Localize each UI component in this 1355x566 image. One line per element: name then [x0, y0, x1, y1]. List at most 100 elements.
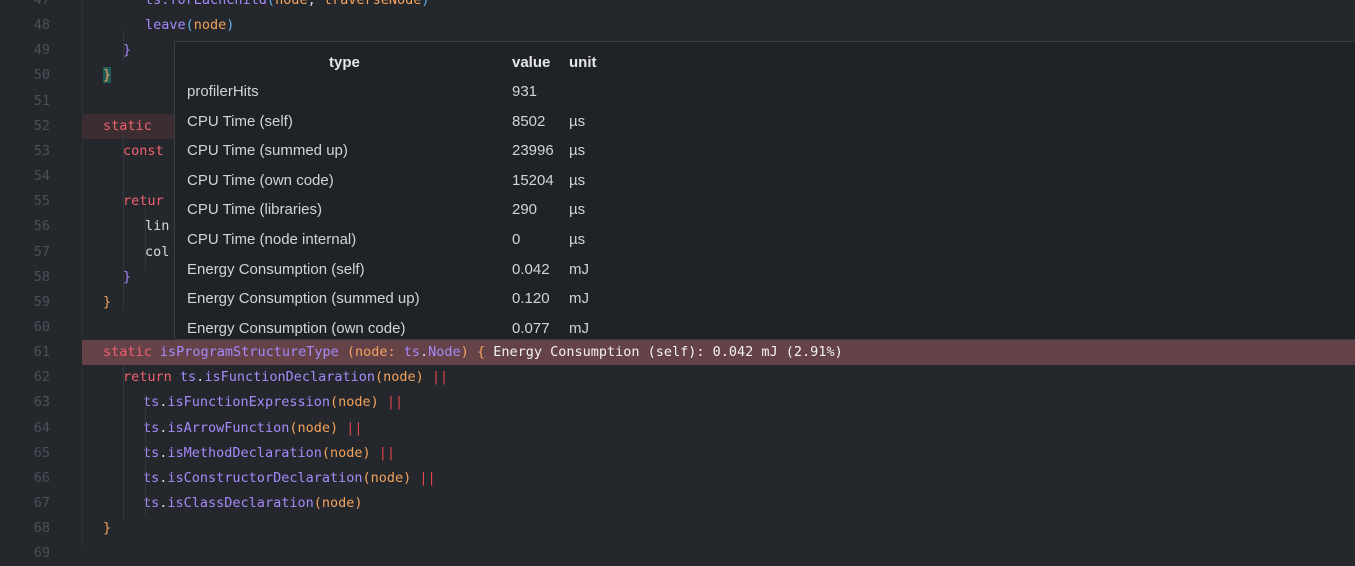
code-token: isFunctionExpression: [167, 394, 330, 411]
code-text: ts.forEachChild(node, traverseNode): [145, 0, 430, 13]
line-number: 53: [33, 142, 50, 159]
line-number: 59: [33, 293, 50, 310]
cell-unit: µs: [569, 171, 586, 189]
code-text: }: [103, 516, 111, 541]
code-token: }: [123, 268, 132, 285]
code-line[interactable]: 65 ts.isMethodDeclaration(node) ||: [0, 441, 1355, 466]
code-token: retur: [123, 193, 164, 210]
indent-guide: [145, 395, 146, 515]
code-text: }: [123, 38, 131, 63]
cell-type: CPU Time (summed up): [187, 142, 348, 160]
cell-value: 23996: [512, 142, 554, 160]
code-text: }: [103, 290, 111, 315]
line-number: 65: [33, 444, 50, 461]
tooltip-header: type value unit: [187, 48, 787, 77]
code-token: isArrowFunction: [167, 419, 290, 436]
code-line[interactable]: 63 ts.isFunctionExpression(node) ||: [0, 390, 1355, 415]
code-token: const: [123, 142, 164, 159]
code-line[interactable]: 66 ts.isConstructorDeclaration(node) ||: [0, 466, 1355, 491]
line-number: 54: [33, 168, 50, 185]
code-token: }: [123, 42, 132, 59]
code-token: (: [375, 369, 384, 386]
indent-guide: [123, 30, 124, 60]
code-token: ): [460, 344, 477, 361]
cell-unit: mJ: [569, 319, 589, 337]
code-token: ||: [370, 444, 396, 461]
code-token: (node): [329, 394, 379, 411]
tooltip-row: CPU Time (node internal) 0 µs: [187, 225, 787, 254]
code-token: isProgramStructureType: [159, 344, 347, 361]
code-token: ): [421, 0, 430, 8]
code-text: static isProgramStructureType (node: ts.…: [103, 340, 843, 365]
code-token: leave: [145, 17, 186, 34]
line-number: 56: [33, 218, 50, 235]
code-line[interactable]: 69: [0, 541, 1355, 566]
code-token: Node: [428, 344, 461, 361]
code-token: col: [145, 243, 170, 260]
line-number: 63: [33, 394, 50, 411]
code-line[interactable]: 68}: [0, 516, 1355, 541]
code-text: ts.isMethodDeclaration(node) ||: [143, 441, 395, 466]
indent-guide: [145, 210, 146, 270]
code-text: lin: [145, 214, 169, 239]
code-token: return: [123, 369, 180, 386]
code-line[interactable]: 61 static isProgramStructureType (node: t…: [0, 340, 1355, 366]
cell-type: Energy Consumption (own code): [187, 319, 406, 337]
code-token: ||: [411, 469, 436, 486]
cell-type: Energy Consumption (summed up): [187, 290, 420, 308]
code-line[interactable]: 47 ts.forEachChild(node, traverseNode): [0, 0, 1355, 13]
cell-unit: µs: [569, 112, 586, 130]
code-token: node: [275, 0, 308, 8]
code-token: ts: [179, 369, 197, 386]
code-text: leave(node): [145, 13, 234, 38]
code-token: }: [103, 67, 112, 84]
indent-guide: [123, 365, 124, 520]
tooltip-row: Energy Consumption (summed up) 0.120 mJ: [187, 284, 787, 313]
cell-value: 8502: [512, 112, 546, 130]
line-number: 57: [33, 243, 50, 260]
cell-value: 0.120: [512, 290, 550, 308]
cell-value: 290: [512, 201, 538, 219]
cell-type: profilerHits: [187, 83, 259, 100]
cell-type: CPU Time (node internal): [187, 231, 357, 248]
code-token: ): [226, 17, 235, 34]
tooltip-row: profilerHits 931: [187, 77, 787, 106]
code-token: (node): [313, 495, 363, 511]
code-token: ||: [338, 419, 363, 436]
code-line[interactable]: 62 return ts.isFunctionDeclaration(node) …: [0, 365, 1355, 390]
header-unit: unit: [569, 54, 597, 71]
header-value: value: [512, 54, 551, 71]
code-token: isFunctionDeclaration: [204, 369, 375, 386]
code-text: }: [103, 63, 112, 88]
code-token: {: [476, 344, 494, 361]
code-token: .: [420, 344, 429, 361]
code-token: ,: [307, 0, 324, 8]
code-token: isConstructorDeclaration: [167, 469, 363, 486]
tooltip-row: Energy Consumption (own code) 0.077 mJ: [187, 314, 787, 343]
line-number: 58: [33, 268, 50, 285]
code-token: (node): [362, 469, 412, 486]
code-text: ts.isArrowFunction(node) ||: [143, 416, 363, 441]
code-token: }: [103, 520, 112, 537]
cell-type: Energy Consumption (self): [187, 260, 365, 278]
code-token: traverseNode: [323, 0, 422, 8]
tooltip-row: CPU Time (own code) 15204 µs: [187, 166, 787, 195]
profiler-tooltip: type value unit profilerHits 931 CPU Time …: [174, 41, 1355, 340]
line-number: 52: [33, 117, 50, 134]
line-number: 69: [33, 545, 50, 562]
indent-guide: [123, 135, 124, 310]
code-line[interactable]: 64 ts.isArrowFunction(node) ||: [0, 416, 1355, 441]
tooltip-row: CPU Time (libraries) 290 µs: [187, 195, 787, 224]
cell-value: 0: [512, 231, 521, 248]
tooltip-row: CPU Time (summed up) 23996 µs: [187, 136, 787, 165]
code-token: node: [193, 17, 227, 34]
code-token: static: [103, 117, 152, 134]
code-line[interactable]: 67 ts.isClassDeclaration(node): [0, 491, 1355, 516]
code-text: ts.isConstructorDeclaration(node) ||: [143, 466, 436, 491]
code-line[interactable]: 48 leave(node): [0, 13, 1355, 38]
line-number: 47: [33, 0, 50, 8]
code-token: ): [415, 369, 424, 386]
line-number: 68: [33, 520, 50, 537]
line-number: 60: [33, 318, 50, 335]
tooltip-row: Energy Consumption (self) 0.042 mJ: [187, 255, 787, 284]
